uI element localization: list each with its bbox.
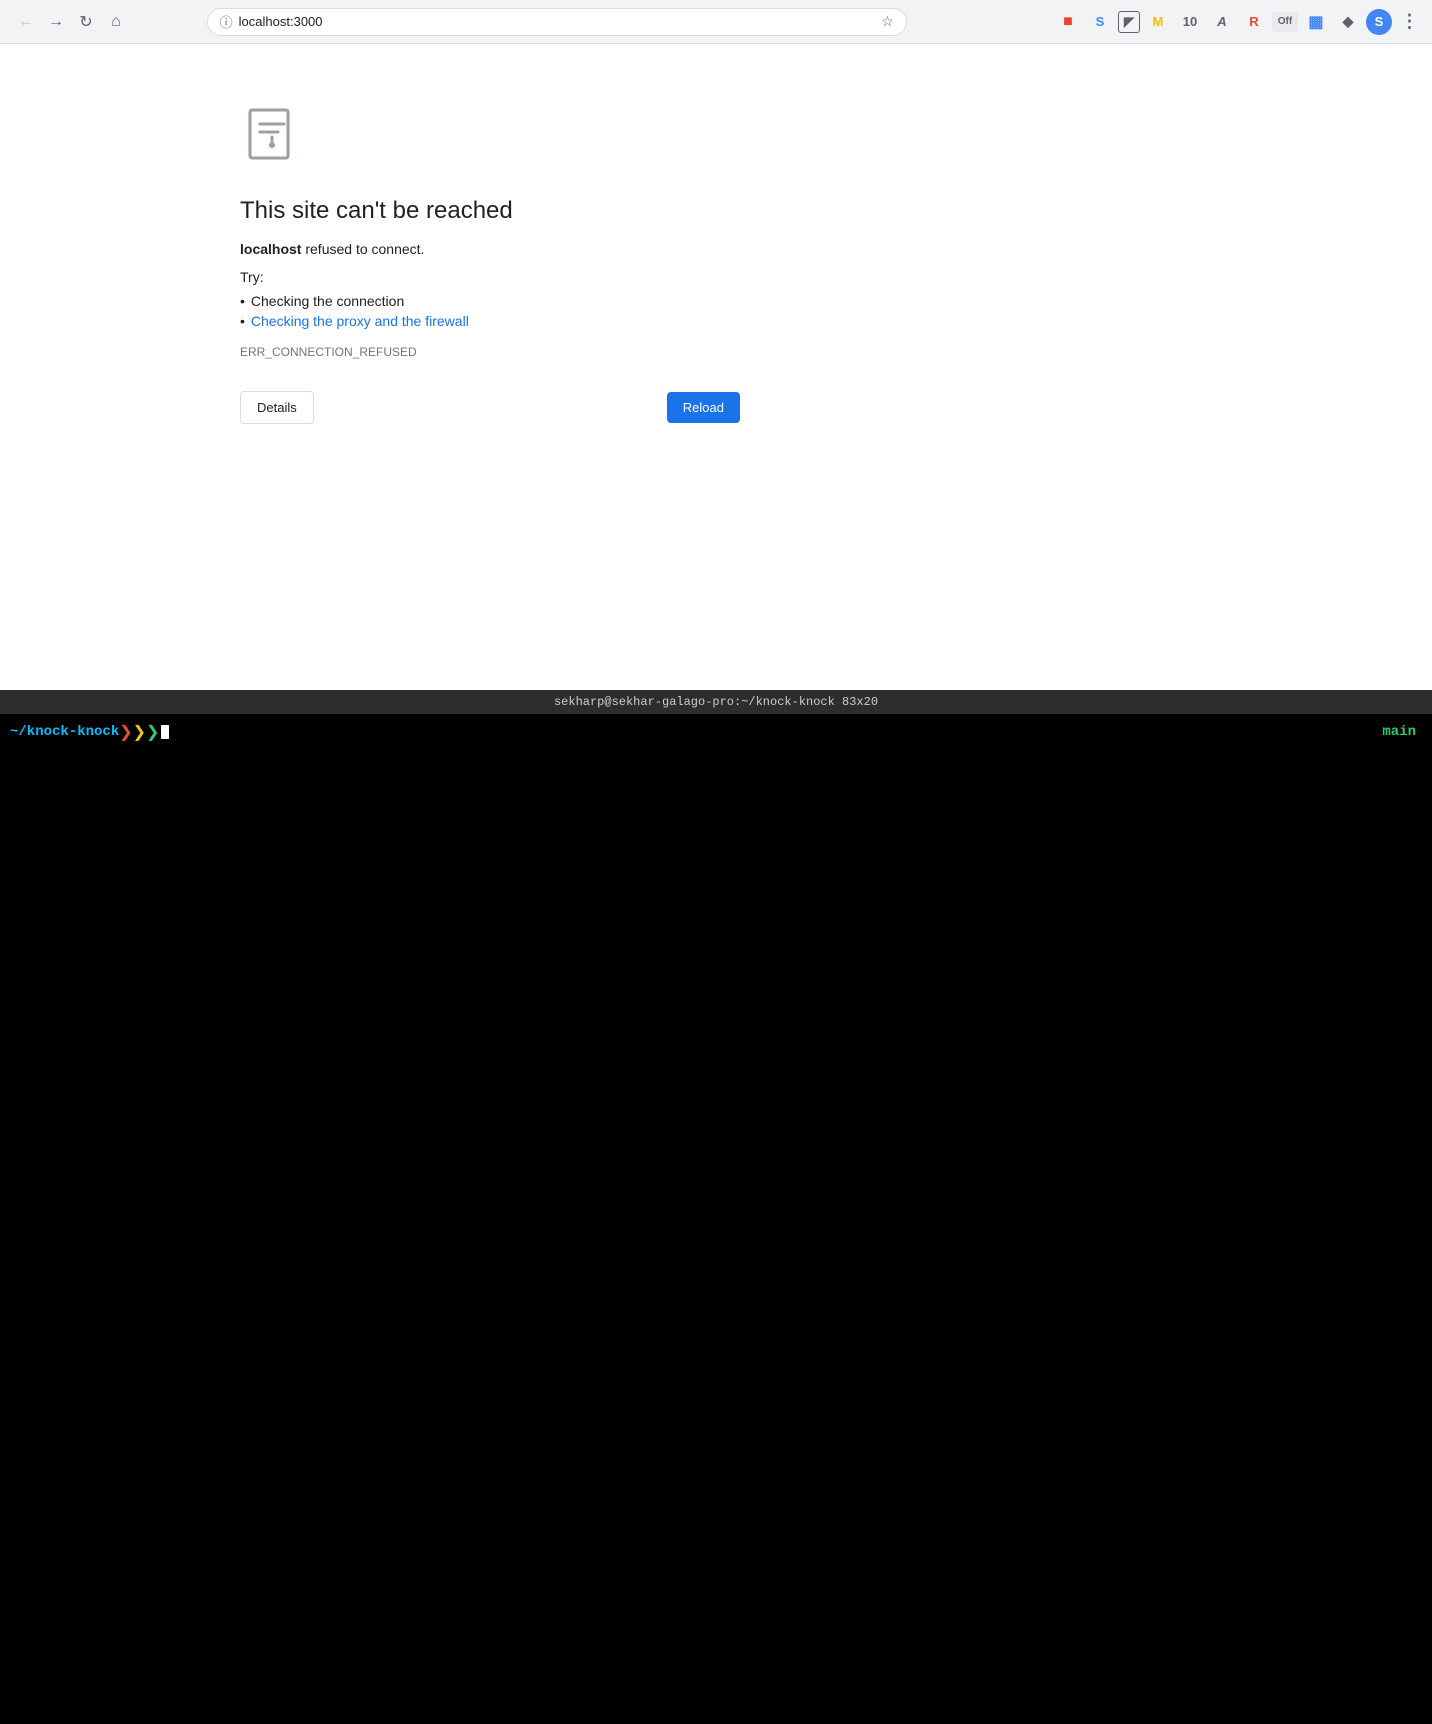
error-hostname: localhost bbox=[240, 241, 301, 257]
extension-icon-3[interactable]: ◤ bbox=[1118, 11, 1140, 33]
lock-icon: ⓘ bbox=[220, 12, 233, 31]
details-button[interactable]: Details bbox=[240, 391, 314, 424]
extension-icon-2[interactable]: S bbox=[1086, 8, 1114, 36]
error-title: This site can't be reached bbox=[240, 197, 740, 225]
forward-button[interactable]: → bbox=[42, 8, 70, 36]
address-bar[interactable]: ⓘ ☆ bbox=[207, 8, 907, 36]
more-menu-button[interactable]: ⋮ bbox=[1396, 8, 1424, 36]
bookmark-icon[interactable]: ☆ bbox=[881, 13, 894, 30]
error-buttons: Details Reload bbox=[240, 391, 740, 424]
browser-chrome: ← → ↻ ⌂ ⓘ ☆ ■ S ◤ M 10 A R Off ▦ ◆ S ⋮ bbox=[0, 0, 1432, 44]
error-code: ERR_CONNECTION_REFUSED bbox=[240, 345, 740, 359]
back-button[interactable]: ← bbox=[12, 8, 40, 36]
arrow-red: ❯ bbox=[119, 722, 132, 742]
terminal-arrows: ❯ ❯ ❯ bbox=[119, 722, 159, 742]
terminal-cursor bbox=[161, 725, 169, 739]
extension-icon-tab[interactable]: ▦ bbox=[1302, 8, 1330, 36]
extension-icon-5[interactable]: 10 bbox=[1176, 8, 1204, 36]
extension-icon-6[interactable]: A bbox=[1208, 8, 1236, 36]
error-host: localhost refused to connect. bbox=[240, 241, 740, 257]
extension-icon-off[interactable]: Off bbox=[1272, 12, 1298, 32]
reload-button[interactable]: ↻ bbox=[72, 8, 100, 36]
profile-avatar[interactable]: S bbox=[1366, 9, 1392, 35]
nav-buttons: ← → ↻ ⌂ bbox=[12, 8, 130, 36]
extensions-button[interactable]: ◆ bbox=[1334, 8, 1362, 36]
terminal-area[interactable]: ~/knock-knock ❯ ❯ ❯ main bbox=[0, 714, 1432, 1724]
extension-icon-1[interactable]: ■ bbox=[1054, 8, 1082, 36]
suggestions-list: Checking the connection Checking the pro… bbox=[240, 293, 740, 329]
try-label: Try: bbox=[240, 269, 740, 285]
suggestion-proxy[interactable]: Checking the proxy and the firewall bbox=[240, 313, 740, 329]
browser-content: This site can't be reached localhost ref… bbox=[0, 44, 1432, 690]
reload-page-button[interactable]: Reload bbox=[667, 392, 740, 423]
url-input[interactable] bbox=[239, 14, 875, 29]
terminal-path: ~/knock-knock bbox=[10, 724, 119, 740]
terminal-prompt-line: ~/knock-knock ❯ ❯ ❯ main bbox=[10, 722, 1422, 742]
error-document-icon bbox=[240, 104, 304, 168]
error-page: This site can't be reached localhost ref… bbox=[240, 104, 740, 424]
terminal-status-bar: sekharp@sekhar-galago-pro:~/knock-knock … bbox=[0, 690, 1432, 714]
extension-icon-4[interactable]: M bbox=[1144, 8, 1172, 36]
arrow-green: ❯ bbox=[146, 722, 159, 742]
arrow-yellow: ❯ bbox=[133, 722, 146, 742]
extension-icon-7[interactable]: R bbox=[1240, 8, 1268, 36]
terminal-branch: main bbox=[1382, 724, 1422, 740]
browser-toolbar: ■ S ◤ M 10 A R Off ▦ ◆ S ⋮ bbox=[1054, 8, 1424, 36]
error-host-text: refused to connect. bbox=[305, 241, 424, 257]
suggestion-connection: Checking the connection bbox=[240, 293, 740, 309]
home-button[interactable]: ⌂ bbox=[102, 8, 130, 36]
terminal-status-text: sekharp@sekhar-galago-pro:~/knock-knock … bbox=[554, 695, 878, 709]
proxy-firewall-link[interactable]: Checking the proxy and the firewall bbox=[251, 313, 469, 329]
